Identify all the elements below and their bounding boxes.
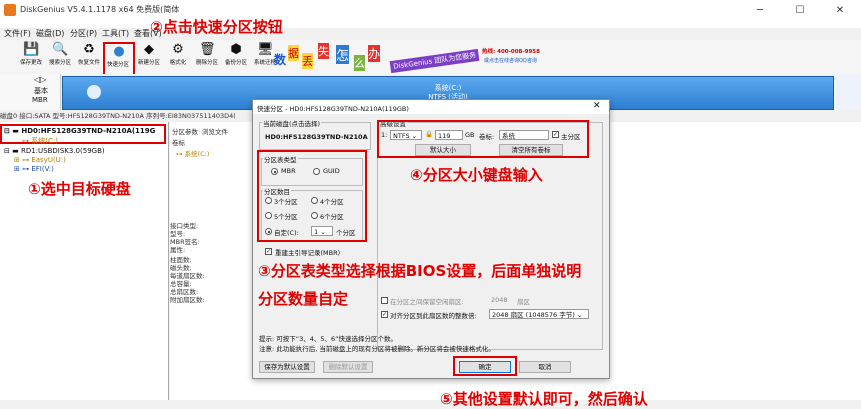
banner-char: 办 — [368, 45, 381, 62]
expand-icon[interactable]: ⊟ — [4, 127, 10, 135]
tree-item-system-c-label: 系统(C:) — [31, 137, 58, 145]
annotation-step-2: ②点击快速分区按钮 — [150, 18, 283, 36]
warning-text: 注意: 此功能执行后, 当前磁盘上的现有分区将被删除。新分区将会被快速格式化。 — [259, 345, 495, 353]
annotation-step-3-line1: ③分区表类型选择根据BIOS设置，后面单独说明 — [258, 262, 582, 280]
align-select[interactable]: 2048 扇区 (1048576 字节) ⌄ — [489, 309, 589, 319]
hint-text: 提示: 可按下“3、4、5、6”快速选择分区个数。 — [259, 335, 398, 343]
annotation-step-5: ⑤其他设置默认即可，然后确认 — [440, 390, 648, 408]
minimize-button[interactable]: ─ — [740, 2, 780, 20]
dialog-title: 快速分区 - HD0:HFS128G39TND-N210A(119GB) — [257, 105, 409, 113]
tab-browse-files[interactable]: 浏览文件 — [202, 126, 228, 136]
prop-label: 属性: — [170, 246, 186, 254]
banner-qq: 或点击在线咨询QQ咨询 — [484, 58, 537, 64]
disk-side-panel: ◁▷ 基本 MBR — [0, 74, 61, 110]
current-disk-group-label: 当前磁盘(点击选择) — [262, 118, 322, 128]
banner-char: 数 — [274, 53, 287, 67]
menu-tools[interactable]: 工具(T) — [102, 28, 129, 39]
tree-item-system-c[interactable]: ⊶ 系统(C:) — [22, 136, 58, 146]
search-icon: 🔍 — [52, 42, 69, 57]
new-partition-button[interactable]: ◆ 新建分区 — [136, 42, 162, 72]
format-button[interactable]: ⚙ 格式化 — [165, 42, 191, 72]
nav-arrows-icon[interactable]: ◁▷ — [34, 75, 46, 84]
volume-column-header: 卷标 — [172, 139, 185, 147]
backup-partition-button[interactable]: ⬢ 备份分区 — [223, 42, 249, 72]
annotation-step-4: ④分区大小键盘输入 — [410, 166, 543, 184]
volume-list-item-label: 系统(C:) — [184, 150, 210, 158]
recover-icon: ♻ — [83, 42, 95, 57]
banner-phone: 热线: 400-008-9958 — [482, 49, 540, 55]
prop-label: 附加扇区数: — [170, 296, 205, 304]
quick-partition-dialog: 快速分区 - HD0:HFS128G39TND-N210A(119GB) ✕ 当… — [252, 99, 610, 379]
highlight-box-ok — [453, 356, 517, 376]
promo-banner[interactable]: 数 据 丢 失 怎 么 办 DiskGenius 团队为您服务 热线: 400-… — [270, 41, 540, 74]
tree-item-hd0[interactable]: ⊟ ▬ HD0:HFS128G39TND-N210A(119G — [4, 127, 155, 135]
quick-partition-icon: ● — [113, 44, 125, 59]
banner-char: 丢 — [302, 53, 313, 69]
save-default-button[interactable]: 保存为默认设置 — [259, 361, 315, 373]
banner-char: 么 — [354, 55, 365, 71]
dialog-title-bar: 快速分区 - HD0:HFS128G39TND-N210A(119GB) ✕ — [253, 100, 609, 114]
banner-char: 据 — [288, 45, 299, 61]
dialog-close-icon[interactable]: ✕ — [593, 101, 601, 111]
delete-partition-button[interactable]: 🗑 删除分区 — [194, 42, 220, 72]
new-partition-icon: ◆ — [144, 42, 154, 57]
tab-partition-params[interactable]: 分区参数 — [172, 126, 198, 136]
tree-item-rd1-label: RD1:USBDISK3.0(59GB) — [20, 147, 105, 155]
delete-icon: 🗑 — [199, 42, 216, 57]
tree-item-hd0-label: HD0:HFS128G39TND-N210A(119G — [21, 127, 156, 135]
highlight-box-table-count — [257, 150, 367, 242]
backup-icon: ⬢ — [230, 42, 242, 57]
disk-tree: ⊟ ▬ HD0:HFS128G39TND-N210A(119G ⊶ 系统(C:)… — [0, 122, 169, 400]
align-label: 对齐分区到此扇区数的整数倍: — [390, 312, 477, 320]
banner-char: 失 — [318, 43, 329, 59]
maximize-button[interactable]: ☐ — [780, 2, 820, 20]
volume-list-item[interactable]: ⊶ 系统(C:) — [176, 148, 209, 158]
annotation-step-3-line2: 分区数量自定 — [258, 290, 349, 308]
banner-text: DiskGenius 团队为您服务 — [389, 48, 480, 74]
keep-space-value: 2048 — [491, 296, 508, 304]
highlight-box-size — [377, 120, 589, 158]
disk-type-label: 基本 — [34, 87, 48, 95]
tree-item-rd1[interactable]: ⊟ ▬ RD1:USBDISK3.0(59GB) — [4, 147, 105, 155]
current-disk-selector[interactable]: HD0:HFS128G39TND-N210A — [265, 133, 368, 141]
recover-files-button[interactable]: ♻ 恢复文件 — [76, 42, 102, 72]
menu-disk[interactable]: 磁盘(D) — [36, 28, 64, 39]
keep-space-unit: 扇区 — [517, 298, 530, 306]
annotation-step-1: ①选中目标硬盘 — [28, 180, 131, 198]
cancel-button[interactable]: 取消 — [519, 361, 571, 373]
rebuild-mbr-label: 重建主引导记录(MBR) — [275, 249, 341, 257]
tree-item-efi-label: EFI(V:) — [31, 165, 54, 173]
tree-item-easyu[interactable]: ⊞ ⊶ EasyU(U:) — [14, 156, 66, 164]
keep-space-label: 在分区之间保留空闲扇区: — [390, 298, 464, 306]
diskgenius-logo-icon — [4, 4, 16, 16]
close-button[interactable]: ✕ — [820, 2, 860, 20]
format-icon: ⚙ — [172, 42, 184, 57]
tree-item-easyu-label: EasyU(U:) — [31, 156, 66, 164]
rebuild-mbr-checkbox[interactable]: ✓ — [265, 248, 272, 255]
title-bar: DiskGenius V5.4.1.1178 x64 免费版(简体 ─ ☐ ✕ — [0, 0, 861, 28]
delete-default-button[interactable]: 删除默认设置 — [323, 361, 373, 373]
align-checkbox[interactable]: ✓ — [381, 311, 388, 318]
align-value: 2048 扇区 (1048576 字节) — [492, 311, 575, 319]
menu-partition[interactable]: 分区(P) — [70, 28, 97, 39]
expand-icon[interactable]: ⊟ — [4, 147, 10, 155]
save-changes-button[interactable]: 💾 保存更改 — [18, 42, 44, 72]
tree-item-efi[interactable]: ⊞ ⊶ EFI(V:) — [14, 165, 54, 173]
quick-partition-button[interactable]: ● 快速分区 — [103, 42, 135, 76]
menu-file[interactable]: 文件(F) — [4, 28, 31, 39]
window-title: DiskGenius V5.4.1.1178 x64 免费版(简体 — [20, 5, 180, 14]
save-icon: 💾 — [23, 42, 40, 57]
keep-space-checkbox[interactable] — [381, 297, 388, 304]
search-partition-button[interactable]: 🔍 搜索分区 — [47, 42, 73, 72]
disk-scheme-label: MBR — [32, 96, 48, 104]
banner-char: 怎 — [336, 45, 350, 64]
